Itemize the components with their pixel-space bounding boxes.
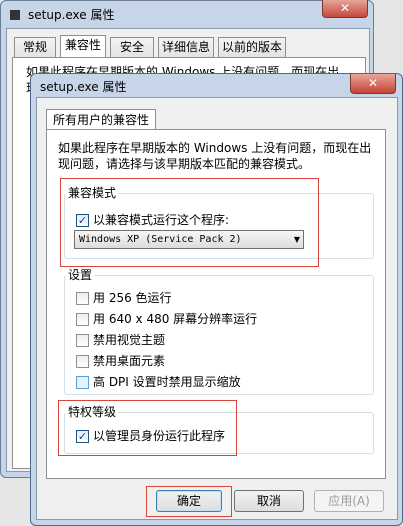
front-window-title: setup.exe 属性 xyxy=(40,80,127,94)
background-window-title-text: setup.exe 属性 xyxy=(28,8,115,22)
checkbox-disable-visual-themes[interactable] xyxy=(76,334,89,347)
checkbox-disable-dpi-scaling[interactable] xyxy=(76,376,89,389)
checkbox-disable-desktop-composition[interactable] xyxy=(76,355,89,368)
apply-button[interactable]: 应用(A) xyxy=(314,490,384,512)
checkbox-640x480-label: 用 640 x 480 屏幕分辨率运行 xyxy=(93,312,258,326)
intro-text: 如果此程序在早期版本的 Windows 上没有问题，而现在出现问题，请选择与该早… xyxy=(58,141,372,171)
checkbox-640x480[interactable] xyxy=(76,313,89,326)
app-icon xyxy=(10,10,20,20)
ok-highlight-box xyxy=(146,486,232,517)
tab-general[interactable]: 常规 xyxy=(14,37,56,57)
compat-mode-highlight-box xyxy=(60,178,319,267)
cancel-button[interactable]: 取消 xyxy=(234,490,304,512)
checkbox-disable-dpi-scaling-label: 高 DPI 设置时禁用显示缩放 xyxy=(93,375,241,389)
checkbox-256-colors-label: 用 256 色运行 xyxy=(93,291,172,305)
background-window-title: setup.exe 属性 xyxy=(10,6,310,24)
checkbox-disable-visual-themes-label: 禁用视觉主题 xyxy=(93,333,166,347)
background-close-button[interactable]: ✕ xyxy=(322,0,368,18)
checkbox-256-colors[interactable] xyxy=(76,292,89,305)
tab-details[interactable]: 详细信息 xyxy=(158,37,214,57)
tab-all-users-compatibility[interactable]: 所有用户的兼容性 xyxy=(46,109,156,130)
privilege-highlight-box xyxy=(58,400,237,456)
tab-security[interactable]: 安全 xyxy=(110,37,154,57)
tab-compatibility[interactable]: 兼容性 xyxy=(60,35,106,58)
settings-group-label: 设置 xyxy=(66,268,95,282)
tab-previous-versions[interactable]: 以前的版本 xyxy=(218,37,286,57)
checkbox-disable-desktop-composition-label: 禁用桌面元素 xyxy=(93,354,166,368)
front-close-button[interactable]: ✕ xyxy=(350,74,396,94)
